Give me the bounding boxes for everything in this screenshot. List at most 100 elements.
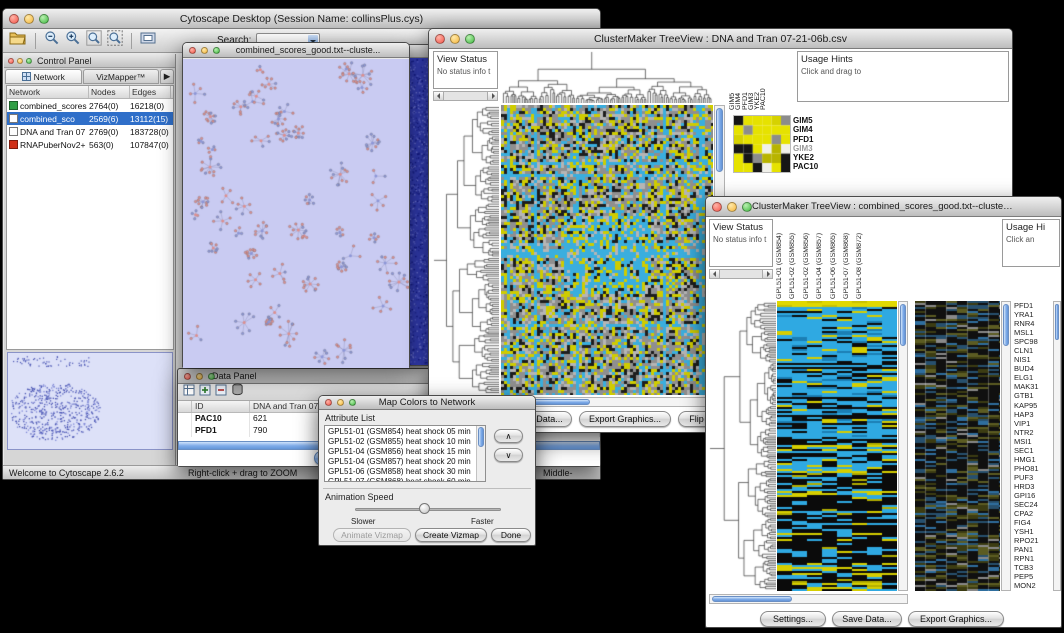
tab-overflow-button[interactable]: ▶ xyxy=(160,69,174,84)
array-column-label[interactable]: GPL51-08 (GSM872) xyxy=(856,219,869,299)
main-titlebar[interactable]: Cytoscape Desktop (Session Name: collins… xyxy=(3,9,600,29)
select-attributes-icon[interactable] xyxy=(183,383,195,401)
combined-titlebar[interactable]: ClusterMaker TreeView : combined_scores_… xyxy=(706,197,1061,217)
dialog-titlebar[interactable]: Map Colors to Network xyxy=(319,396,535,410)
gene-label[interactable]: RPN1 xyxy=(1014,554,1052,563)
array-column-label[interactable]: GPL51-01 (GSM854) xyxy=(776,219,789,299)
zoom-region-icon[interactable] xyxy=(107,30,123,51)
scroll-thumb[interactable] xyxy=(1055,304,1059,340)
tab-network[interactable]: Network xyxy=(5,69,82,84)
scroll-left-icon[interactable] xyxy=(710,270,720,278)
tab-vizmapper[interactable]: VizMapper™ xyxy=(83,69,160,84)
dna-titlebar[interactable]: ClusterMaker TreeView : DNA and Tran 07-… xyxy=(429,29,1012,49)
summary-heatmap[interactable] xyxy=(733,115,791,173)
zoom-button[interactable] xyxy=(213,47,220,54)
gene-label[interactable]: HRD3 xyxy=(1014,482,1052,491)
create-vizmap-button[interactable]: Create Vizmap xyxy=(415,528,487,542)
close-button[interactable] xyxy=(435,34,445,44)
row-dendrogram[interactable] xyxy=(709,301,776,591)
list-vscrollbar[interactable] xyxy=(476,426,485,481)
open-folder-icon[interactable] xyxy=(9,31,27,51)
gene-label[interactable]: RPO21 xyxy=(1014,536,1052,545)
array-column-label[interactable]: GPL51-02 (GSM855) xyxy=(789,219,802,299)
zoom-button[interactable] xyxy=(39,14,49,24)
attribute-list[interactable]: GPL51-01 (GSM854) heat shock 05 min GPL51… xyxy=(324,425,486,482)
gene-column-label[interactable]: GIM4 xyxy=(735,52,741,110)
gene-label[interactable]: VIP1 xyxy=(1014,419,1052,428)
network-row[interactable]: RNAPuberNov2+563(0)107847(0) xyxy=(7,138,173,151)
save-data-button[interactable]: Save Data... xyxy=(832,611,902,627)
scroll-thumb[interactable] xyxy=(478,427,484,447)
create-attribute-icon[interactable] xyxy=(199,383,211,401)
attribute-list-item[interactable]: GPL51-06 (GSM858) heat shock 30 min xyxy=(326,467,476,477)
close-button[interactable] xyxy=(184,373,191,380)
animation-speed-slider[interactable] xyxy=(355,503,501,515)
overview-heatmap[interactable] xyxy=(915,301,1000,591)
gene-label[interactable]: PAN1 xyxy=(1014,545,1052,554)
move-down-button[interactable]: ∨ xyxy=(494,448,523,462)
status-scrollbar[interactable] xyxy=(709,269,773,279)
gene-label[interactable]: MAK31 xyxy=(1014,382,1052,391)
panel-close-button[interactable] xyxy=(8,58,14,64)
attribute-list-item[interactable]: GPL51-04 (GSM856) heat shock 15 min xyxy=(326,447,476,457)
scroll-thumb[interactable] xyxy=(712,596,792,602)
network-view-canvas[interactable] xyxy=(183,59,409,368)
array-column-label[interactable]: GPL51-06 (GSM865) xyxy=(830,219,843,299)
scroll-thumb[interactable] xyxy=(900,304,906,346)
heatmap-hscrollbar[interactable] xyxy=(709,594,908,604)
gene-row-label[interactable]: PAC10 xyxy=(793,162,827,171)
gene-label[interactable]: ELG1 xyxy=(1014,373,1052,382)
gene-row-label[interactable]: GIM4 xyxy=(793,125,827,134)
gene-label[interactable]: RNR4 xyxy=(1014,319,1052,328)
gene-column-label[interactable]: PFD1 xyxy=(742,52,748,110)
overview-vscrollbar[interactable] xyxy=(1001,301,1011,591)
gene-label[interactable]: TCB3 xyxy=(1014,563,1052,572)
gene-label[interactable]: MSL1 xyxy=(1014,328,1052,337)
network-window-titlebar[interactable]: combined_scores_good.txt--cluste... xyxy=(183,43,409,58)
gene-list-vscrollbar[interactable] xyxy=(1053,301,1061,591)
gene-label[interactable]: NIS1 xyxy=(1014,355,1052,364)
network-overview-thumbnail[interactable] xyxy=(7,352,173,450)
column-dendrogram[interactable] xyxy=(501,51,713,103)
scroll-left-icon[interactable] xyxy=(434,92,444,100)
delete-attribute-icon[interactable] xyxy=(215,383,227,401)
gene-label[interactable]: YSH1 xyxy=(1014,527,1052,536)
gene-label[interactable]: NTR2 xyxy=(1014,428,1052,437)
gene-label[interactable]: PUF3 xyxy=(1014,473,1052,482)
minimize-button[interactable] xyxy=(727,202,737,212)
gene-label[interactable]: HAP3 xyxy=(1014,410,1052,419)
gene-label[interactable]: PFD1 xyxy=(1014,301,1052,310)
close-button[interactable] xyxy=(712,202,722,212)
gene-label[interactable]: CPA2 xyxy=(1014,509,1052,518)
zoom-fit-icon[interactable] xyxy=(86,30,102,51)
expression-heatmap[interactable] xyxy=(777,301,897,591)
zoom-in-icon[interactable] xyxy=(65,30,81,51)
scroll-right-icon[interactable] xyxy=(487,92,497,100)
scroll-thumb[interactable] xyxy=(716,108,723,172)
export-graphics-button[interactable]: Export Graphics... xyxy=(579,411,671,427)
array-column-label[interactable]: GPL51-02 (GSM856) xyxy=(803,219,816,299)
minimize-button[interactable] xyxy=(450,34,460,44)
attribute-list-item[interactable]: GPL51-07 (GSM868) heat shock 60 min xyxy=(326,477,476,482)
gene-label[interactable]: BUD4 xyxy=(1014,364,1052,373)
gene-label[interactable]: YRA1 xyxy=(1014,310,1052,319)
gene-label[interactable]: PHO81 xyxy=(1014,464,1052,473)
zoom-out-icon[interactable] xyxy=(44,30,60,51)
snapshot-icon[interactable] xyxy=(140,31,156,50)
minimize-button[interactable] xyxy=(337,399,344,406)
gene-label[interactable]: KAP95 xyxy=(1014,401,1052,410)
gene-label[interactable]: FIG4 xyxy=(1014,518,1052,527)
done-button[interactable]: Done xyxy=(491,528,531,542)
close-button[interactable] xyxy=(9,14,19,24)
close-button[interactable] xyxy=(189,47,196,54)
panel-float-button[interactable] xyxy=(17,58,23,64)
attribute-list-item[interactable]: GPL51-01 (GSM854) heat shock 05 min xyxy=(326,427,476,437)
gene-row-label[interactable]: YKE2 xyxy=(793,153,827,162)
attribute-list-item[interactable]: GPL51-04 (GSM857) heat shock 20 min xyxy=(326,457,476,467)
export-graphics-button[interactable]: Export Graphics... xyxy=(908,611,1004,627)
gene-label[interactable]: GTB1 xyxy=(1014,391,1052,400)
network-row-selected[interactable]: combined_sco2569(6)13112(15) xyxy=(7,112,173,125)
settings-button[interactable]: Settings... xyxy=(760,611,826,627)
database-cylinder-icon[interactable] xyxy=(231,383,244,401)
status-scrollbar[interactable] xyxy=(433,91,498,101)
